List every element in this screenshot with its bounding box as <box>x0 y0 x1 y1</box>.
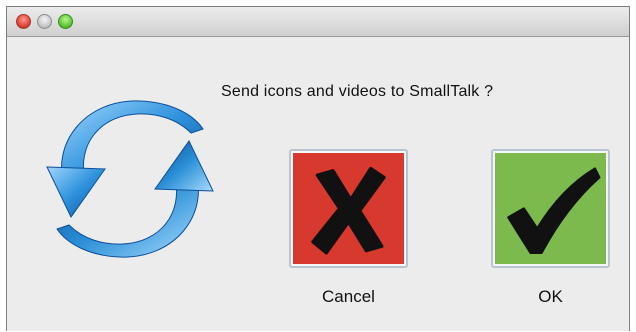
dialog-content: Send icons and videos to SmallTalk ? Can… <box>7 37 629 332</box>
ok-label: OK <box>538 287 563 306</box>
close-button[interactable] <box>16 14 31 29</box>
x-mark-icon <box>311 166 386 255</box>
checkmark-icon <box>507 167 601 255</box>
sync-arrows-icon <box>45 89 215 269</box>
title-bar <box>7 7 629 37</box>
minimize-button[interactable] <box>37 14 52 29</box>
dialog-window: Send icons and videos to SmallTalk ? Can… <box>6 6 630 331</box>
dialog-message: Send icons and videos to SmallTalk ? <box>221 83 494 100</box>
zoom-button[interactable] <box>58 14 73 29</box>
ok-button[interactable] <box>491 149 610 268</box>
cancel-button[interactable] <box>289 149 408 268</box>
ok-button-face <box>495 153 606 264</box>
cancel-button-face <box>293 153 404 264</box>
cancel-label: Cancel <box>322 287 375 306</box>
